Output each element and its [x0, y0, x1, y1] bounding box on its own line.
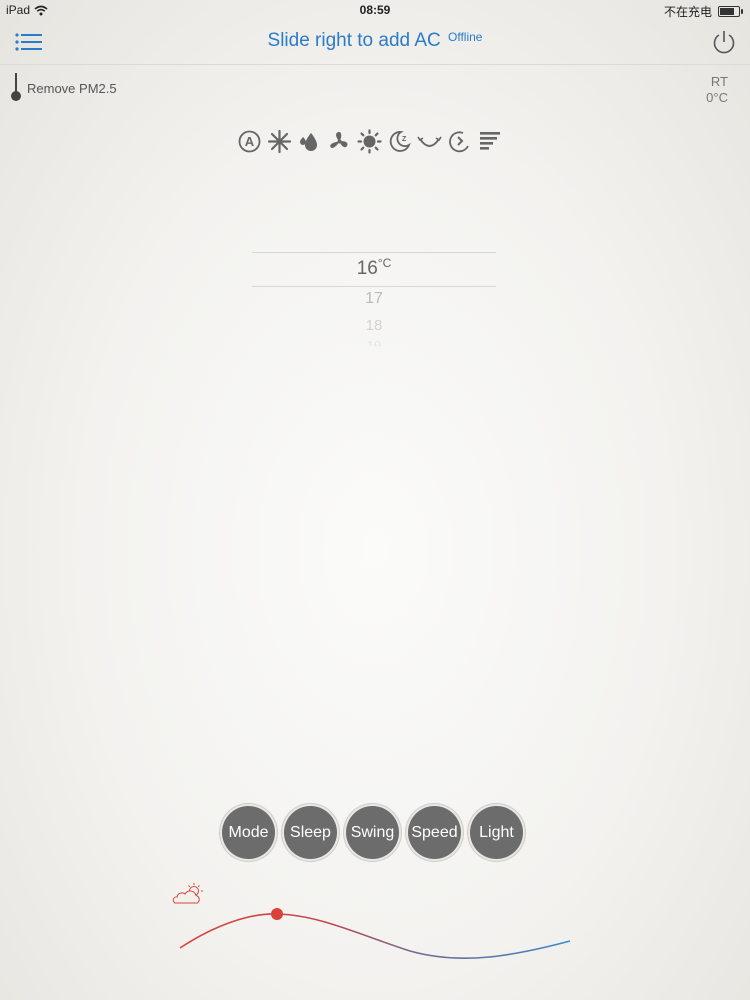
page-title: Slide right to add AC Offline	[0, 30, 750, 52]
svg-text:Z: Z	[402, 136, 407, 143]
dry-icon[interactable]	[297, 129, 322, 154]
sleep-button[interactable]: Sleep	[284, 806, 337, 859]
fan-icon[interactable]	[327, 129, 352, 154]
room-temperature: RT 0°C	[706, 74, 728, 106]
speed-button[interactable]: Speed	[408, 806, 461, 859]
mode-icons: A Z	[237, 124, 517, 158]
rt-label: RT	[710, 74, 728, 89]
auto-icon[interactable]: A	[237, 129, 262, 154]
temp-option[interactable]: 18	[252, 317, 496, 334]
rt-value: 0°C	[706, 90, 728, 105]
temp-option[interactable]: 17	[252, 290, 496, 308]
status-right: 不在充电	[663, 3, 743, 20]
pm25-label: Remove PM2.5	[27, 81, 117, 96]
temp-option[interactable]: 19	[252, 338, 496, 346]
light-button[interactable]: Light	[470, 806, 523, 859]
picker-top-line	[252, 252, 496, 253]
title-text: Slide right to add AC	[267, 30, 441, 51]
nav-bar: Slide right to add AC Offline	[0, 22, 750, 65]
swing-icon[interactable]	[417, 129, 442, 154]
curve-handle	[271, 908, 283, 920]
selected-temperature[interactable]: 16°C	[252, 256, 496, 280]
battery-icon	[718, 6, 743, 17]
svg-text:A: A	[245, 134, 255, 149]
control-buttons: Mode Sleep Swing Speed Light	[222, 806, 523, 859]
pm25-toggle[interactable]: Remove PM2.5	[11, 73, 117, 101]
picker-bottom-line	[252, 286, 496, 287]
power-icon[interactable]	[710, 28, 738, 56]
sleep-icon[interactable]: Z	[387, 129, 412, 154]
clock: 08:59	[359, 3, 391, 17]
swing-button[interactable]: Swing	[346, 806, 399, 859]
status-bar: iPad 08:59 不在充电	[0, 0, 750, 22]
speed-bars-icon[interactable]	[477, 129, 502, 154]
selected-temp-value: 16	[356, 258, 378, 279]
mode-button[interactable]: Mode	[222, 806, 275, 859]
temperature-curve[interactable]	[170, 895, 580, 970]
heat-icon[interactable]	[357, 128, 382, 154]
thermometer-icon	[11, 73, 21, 101]
turbo-icon[interactable]	[447, 129, 472, 154]
charging-status: 不在充电	[663, 5, 712, 19]
status-badge: Offline	[448, 30, 483, 44]
cool-icon[interactable]	[267, 129, 292, 154]
temperature-picker[interactable]: 16°C 17 18 19	[252, 250, 496, 360]
temp-unit: °C	[377, 256, 392, 270]
